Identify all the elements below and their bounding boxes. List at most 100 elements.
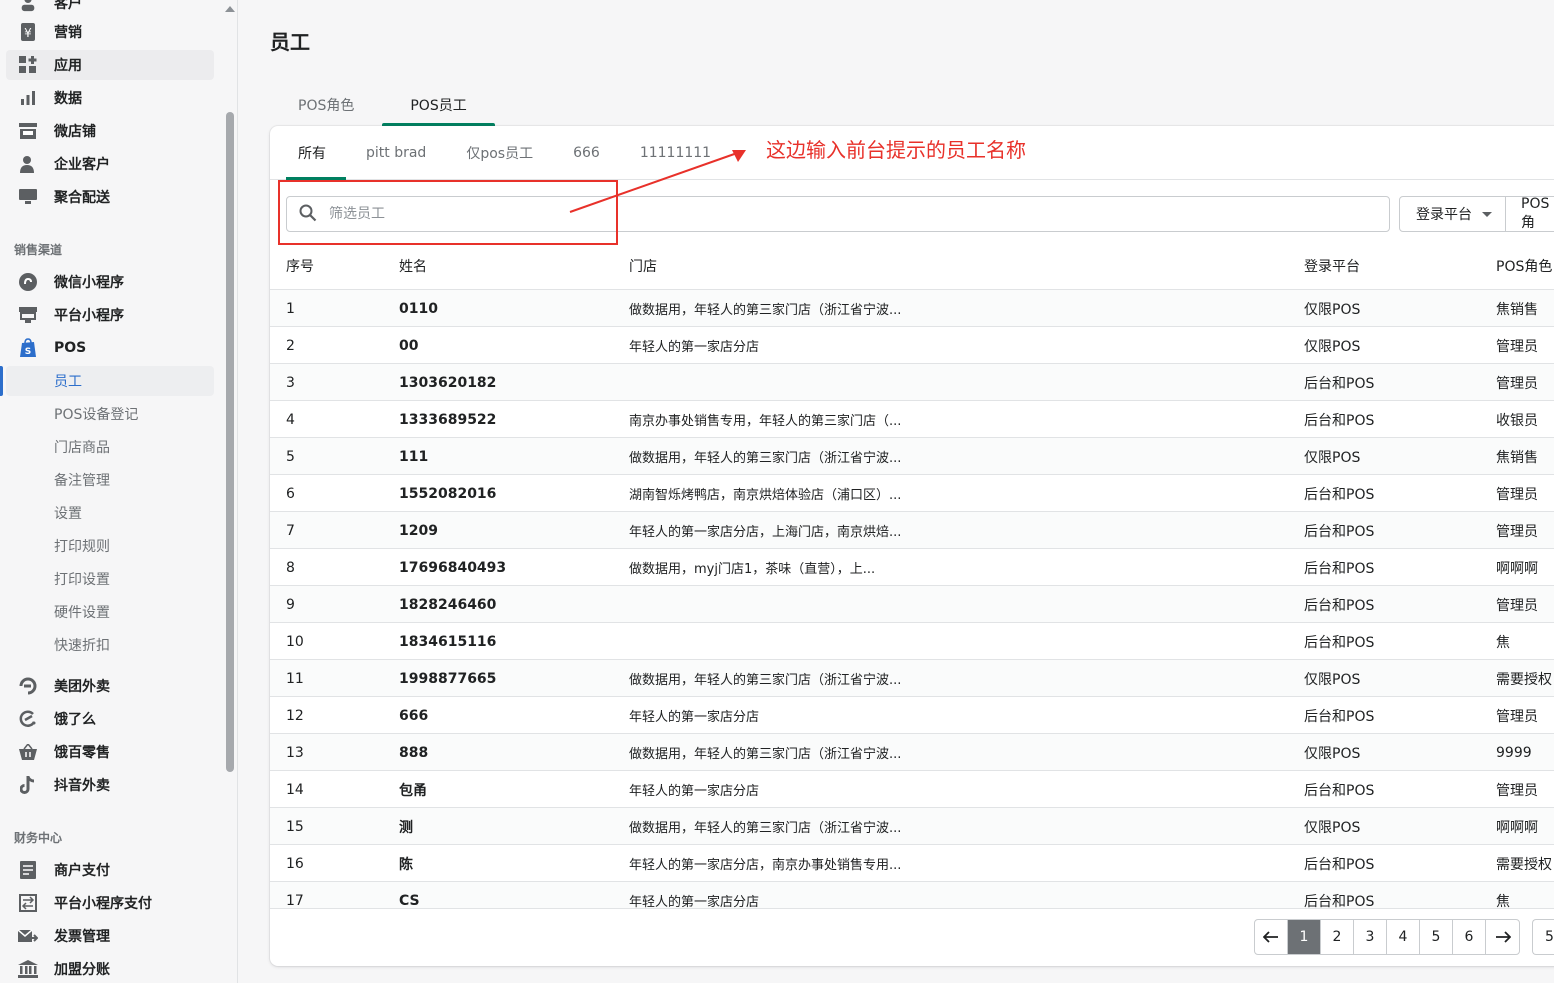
wechat-icon [18,272,38,292]
sidebar-item-customer[interactable]: 客户 [6,0,214,18]
filter-tab-all[interactable]: 所有 [278,126,346,180]
sidebar-item-label: 饿了么 [54,712,96,728]
sidebar-item-meituan[interactable]: 美团外卖 [6,671,214,701]
cell-no: 11 [286,670,304,687]
page-button[interactable]: 1 [1288,920,1321,954]
table-row[interactable]: 3 1303620182 后台和POS 管理员 [270,364,1554,401]
table-row[interactable]: 13 888 做数据用，年轻人的第三家门店（浙江省宁波... 仅限POS 9999 [270,734,1554,771]
bar-chart-icon [18,88,38,108]
cell-platform: 后台和POS [1304,856,1375,873]
table-row[interactable]: 16 陈 年轻人的第一家店分店，南京办事处销售专用... 后台和POS 需要授权 [270,845,1554,882]
section-title-finance: 财务中心 [14,831,63,845]
cell-platform: 后台和POS [1304,782,1375,799]
cell-no: 13 [286,744,304,761]
sidebar-item-douyin[interactable]: 抖音外卖 [6,770,214,800]
cell-store: 做数据用，年轻人的第三家门店（浙江省宁波... [629,821,902,836]
page-button[interactable]: 6 [1453,920,1486,954]
scroll-up-arrow-icon[interactable] [225,6,235,12]
sidebar-sub-label: 快速折扣 [54,638,110,654]
sidebar-item-apps[interactable]: 应用 [6,50,214,80]
col-header-no[interactable]: 序号 [286,242,314,290]
table-row[interactable]: 17 CS 年轻人的第一家店分店 后台和POS 焦 [270,882,1554,908]
sidebar-item-merchant-pay[interactable]: 商户支付 [6,855,214,885]
tab-pos-roles[interactable]: POS角色 [270,84,382,126]
table-header: 序号 姓名 门店 登录平台 POS角色 [270,242,1554,290]
col-header-role[interactable]: POS角色 [1496,242,1552,290]
sidebar-sub-label: 备注管理 [54,473,110,489]
table-row[interactable]: 2 00 年轻人的第一家店分店 仅限POS 管理员 [270,327,1554,364]
sidebar-scrollbar[interactable] [222,0,238,983]
cell-name: 1998877665 [399,670,497,687]
sidebar-item-platform-mini[interactable]: 平台小程序 [6,300,214,330]
cell-name: 1834615116 [399,633,497,650]
cell-store: 做数据用，年轻人的第三家门店（浙江省宁波... [629,747,902,762]
sidebar-sub-print-rules[interactable]: 打印规则 [6,531,214,561]
sidebar-item-ebai[interactable]: 饿百零售 [6,737,214,767]
eleme-icon [18,709,38,729]
cell-platform: 仅限POS [1304,449,1361,466]
sidebar-sub-quick-discount[interactable]: 快速折扣 [6,630,214,660]
page-button[interactable]: 2 [1321,920,1354,954]
sidebar-sub-notes[interactable]: 备注管理 [6,465,214,495]
tab-pos-employees[interactable]: POS员工 [382,84,496,126]
cell-role: 管理员 [1496,486,1538,503]
col-header-name[interactable]: 姓名 [399,242,427,290]
table-row[interactable]: 4 1333689522 南京办事处销售专用，年轻人的第三家门店（... 后台和POS… [270,401,1554,438]
sidebar-sub-print-settings[interactable]: 打印设置 [6,564,214,594]
sidebar-sub-settings[interactable]: 设置 [6,498,214,528]
page-button[interactable]: 4 [1387,920,1420,954]
filter-tab-pos-only[interactable]: 仅pos员工 [446,126,553,180]
table-row[interactable]: 9 1828246460 后台和POS 管理员 [270,586,1554,623]
section-title-sales: 销售渠道 [14,243,63,257]
table-row[interactable]: 7 1209 年轻人的第一家店分店，上海门店，南京烘焙... 后台和POS 管理员 [270,512,1554,549]
sidebar-sub-store-products[interactable]: 门店商品 [6,432,214,462]
cell-role: 焦销售 [1496,301,1538,318]
sidebar-item-data[interactable]: 数据 [6,83,214,113]
page-size-select[interactable]: 5 [1532,919,1554,955]
cell-no: 9 [286,596,295,613]
page-button[interactable]: 3 [1354,920,1387,954]
sidebar-item-wechat[interactable]: 微信小程序 [6,267,214,297]
cell-platform: 后台和POS [1304,523,1375,540]
table-row[interactable]: 8 17696840493 做数据用，myj门店1，茶味（直营），上... 后台和PO… [270,549,1554,586]
cell-platform: 后台和POS [1304,560,1375,577]
platform-filter-dropdown[interactable]: 登录平台 [1399,196,1509,232]
next-page-button[interactable] [1486,920,1519,954]
monitor-icon [18,187,38,207]
sidebar-sub-device-register[interactable]: POS设备登记 [6,399,214,429]
table-row[interactable]: 1 0110 做数据用，年轻人的第三家门店（浙江省宁波... 仅限POS 焦销售 [270,290,1554,327]
table-row[interactable]: 6 1552082016 湖南智烁烤鸭店，南京烘焙体验店（浦口区）... 后台和POS… [270,475,1554,512]
person-icon [18,0,38,13]
cell-no: 16 [286,855,304,872]
sidebar-item-delivery[interactable]: 聚合配送 [6,182,214,212]
sidebar-item-platform-pay[interactable]: 平台小程序支付 [6,888,214,918]
cell-store: 做数据用，年轻人的第三家门店（浙江省宁波... [629,303,902,318]
cell-store: 年轻人的第一家店分店 [629,340,760,355]
sidebar-item-marketing[interactable]: ¥ 营销 [6,17,214,47]
table-row[interactable]: 5 111 做数据用，年轻人的第三家门店（浙江省宁波... 仅限POS 焦销售 [270,438,1554,475]
table-row[interactable]: 11 1998877665 做数据用，年轻人的第三家门店（浙江省宁波... 仅限POS… [270,660,1554,697]
sidebar-item-label: 平台小程序 [54,308,124,324]
col-header-store[interactable]: 门店 [629,242,657,290]
sidebar-item-eleme[interactable]: 饿了么 [6,704,214,734]
cell-name: 测 [399,819,413,836]
table-row[interactable]: 15 测 做数据用，年轻人的第三家门店（浙江省宁波... 仅限POS 啊啊啊 [270,808,1554,845]
sidebar-item-invoice[interactable]: 发票管理 [6,921,214,951]
role-filter-dropdown[interactable]: POS角 [1505,196,1554,232]
table-row[interactable]: 10 1834615116 后台和POS 焦 [270,623,1554,660]
sidebar-sub-label: 员工 [54,374,82,390]
sidebar-item-franchise[interactable]: 加盟分账 [6,954,214,983]
yen-tag-icon: ¥ [18,22,38,42]
page-button[interactable]: 5 [1420,920,1453,954]
table-row[interactable]: 12 666 年轻人的第一家店分店 后台和POS 管理员 [270,697,1554,734]
table-row[interactable]: 14 包甬 年轻人的第一家店分店 后台和POS 管理员 [270,771,1554,808]
sidebar-sub-employees[interactable]: 员工 [0,366,214,396]
sidebar-sub-hardware[interactable]: 硬件设置 [6,597,214,627]
filter-tab-pitt-brad[interactable]: pitt brad [346,126,446,180]
sidebar-item-store[interactable]: 微店铺 [6,116,214,146]
sidebar-item-enterprise[interactable]: 企业客户 [6,149,214,179]
col-header-platform[interactable]: 登录平台 [1304,242,1360,290]
sidebar-item-pos[interactable]: S POS [6,333,214,363]
scroll-thumb[interactable] [226,112,234,772]
prev-page-button[interactable] [1255,920,1288,954]
